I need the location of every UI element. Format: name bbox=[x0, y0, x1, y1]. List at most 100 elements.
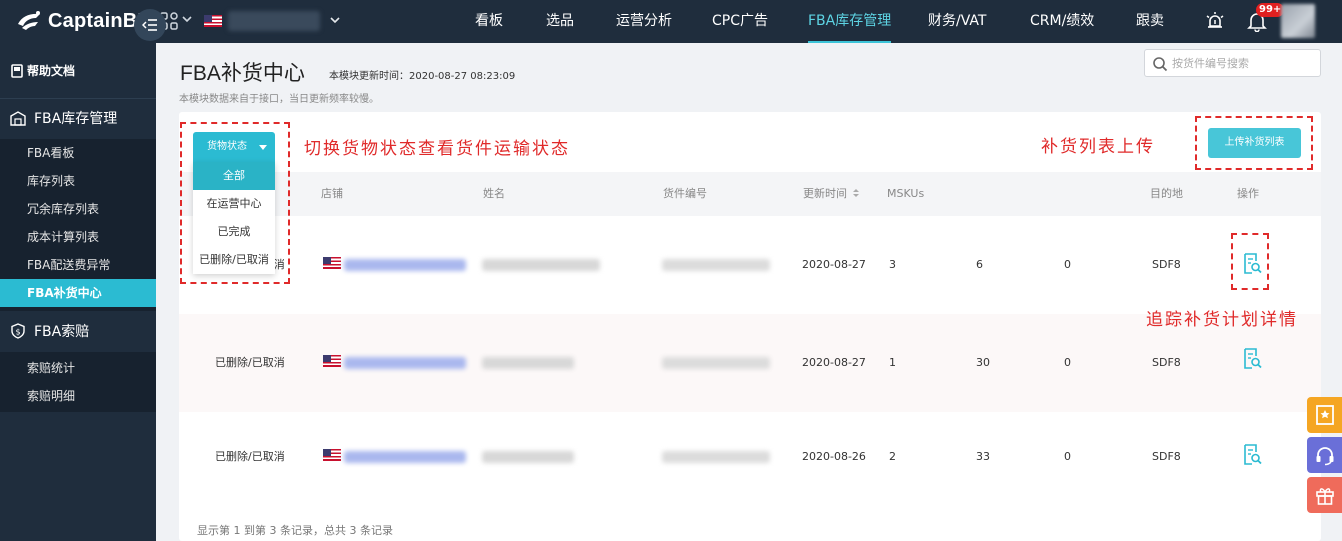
nav-product-selection[interactable]: 选品 bbox=[546, 0, 574, 43]
row-mskus: 1 bbox=[889, 356, 896, 369]
sidebar-item-claim-details[interactable]: 索赔明细 bbox=[0, 382, 156, 410]
sort-icon[interactable] bbox=[852, 188, 860, 198]
row-quantity: 33 bbox=[976, 450, 990, 463]
row-received: 0 bbox=[1064, 356, 1071, 369]
detail-search-icon[interactable] bbox=[1242, 348, 1262, 370]
row-destination: SDF8 bbox=[1152, 450, 1181, 463]
sidebar-section-label: FBA索赔 bbox=[34, 324, 90, 340]
nav-fba-inventory[interactable]: FBA库存管理 bbox=[808, 0, 892, 43]
nav-finance-vat[interactable]: 财务/VAT bbox=[928, 0, 986, 43]
row-status: 已删除/已取消 bbox=[215, 356, 285, 369]
row-mskus: 3 bbox=[889, 258, 896, 271]
sidebar-item-fba-dashboard[interactable]: FBA看板 bbox=[0, 139, 156, 167]
row-store-flag bbox=[323, 216, 341, 314]
annotation-upload-hint: 补货列表上传 bbox=[1041, 137, 1155, 157]
sidebar-section-fba-claims[interactable]: $ FBA索赔 bbox=[0, 311, 156, 351]
sidebar-item-cost-calc[interactable]: 成本计算列表 bbox=[0, 223, 156, 251]
top-bar: CaptainBI 看板 选品 运营分析 CPC广告 FBA库存管理 财务/VA… bbox=[0, 0, 1342, 43]
table-header: 店铺 姓名 货件编号 更新时间 MSKUs 目的地 操作 bbox=[179, 172, 1321, 216]
us-flag-icon bbox=[323, 449, 341, 461]
menu-collapse-icon bbox=[142, 19, 157, 31]
detail-search-icon[interactable] bbox=[1242, 444, 1262, 466]
chevron-down-icon[interactable] bbox=[181, 13, 193, 25]
row-quantity: 30 bbox=[976, 356, 990, 369]
sidebar-item-claim-stats[interactable]: 索赔统计 bbox=[0, 354, 156, 382]
sidebar-item-inventory-list[interactable]: 库存列表 bbox=[0, 167, 156, 195]
row-destination: SDF8 bbox=[1152, 258, 1181, 271]
col-store: 店铺 bbox=[321, 187, 343, 200]
table-row: 已删除/已取消 2020-08-26 2 33 0 SDF8 bbox=[179, 408, 1321, 506]
bug-icon[interactable] bbox=[1204, 10, 1226, 32]
row-name bbox=[482, 259, 600, 271]
row-received: 0 bbox=[1064, 450, 1071, 463]
search-box[interactable] bbox=[1144, 49, 1321, 77]
help-docs-label: 帮助文档 bbox=[27, 64, 76, 78]
help-docs-link[interactable]: 帮助文档 bbox=[0, 43, 156, 98]
nav-operations-analysis[interactable]: 运营分析 bbox=[616, 0, 672, 43]
row-date: 2020-08-27 bbox=[802, 356, 866, 369]
row-shipment-id bbox=[662, 357, 770, 369]
floating-bookmark-button[interactable] bbox=[1307, 397, 1342, 433]
update-time: 本模块更新时间：2020-08-27 08:23:09 bbox=[329, 71, 516, 82]
nav-follow-sell[interactable]: 跟卖 bbox=[1136, 0, 1164, 43]
store-selector[interactable] bbox=[228, 11, 320, 31]
row-status: 已删除/已取消 bbox=[215, 450, 285, 463]
row-store-name[interactable] bbox=[344, 451, 466, 463]
floating-gift-button[interactable] bbox=[1307, 477, 1342, 513]
pagination-summary: 显示第 1 到第 3 条记录，总共 3 条记录 bbox=[197, 524, 393, 537]
search-icon bbox=[1153, 57, 1168, 72]
floating-support-button[interactable] bbox=[1307, 437, 1342, 473]
row-store-flag bbox=[323, 314, 341, 412]
logo-icon bbox=[18, 11, 40, 30]
nav-dashboard[interactable]: 看板 bbox=[475, 0, 503, 43]
headset-icon bbox=[1316, 447, 1333, 466]
sidebar-item-fba-fee-anomaly[interactable]: FBA配送费异常 bbox=[0, 251, 156, 279]
col-destination: 目的地 bbox=[1150, 187, 1183, 200]
row-mskus: 2 bbox=[889, 450, 896, 463]
search-input[interactable] bbox=[1172, 54, 1312, 72]
us-flag-icon bbox=[204, 15, 222, 27]
svg-text:$: $ bbox=[15, 328, 20, 337]
col-update-time[interactable]: 更新时间 bbox=[803, 172, 860, 216]
logo-text: CaptainBI bbox=[48, 9, 144, 32]
sidebar-submenu-inventory: FBA看板 库存列表 冗余库存列表 成本计算列表 FBA配送费异常 FBA补货中… bbox=[0, 139, 156, 311]
row-date: 2020-08-27 bbox=[802, 258, 866, 271]
logo[interactable]: CaptainBI bbox=[16, 9, 143, 33]
annotation-status-hint: 切换货物状态查看货件运输状态 bbox=[304, 139, 570, 159]
us-flag-icon bbox=[323, 355, 341, 367]
nav-crm-performance[interactable]: CRM/绩效 bbox=[1030, 0, 1094, 43]
sidebar-item-replenishment-center[interactable]: FBA补货中心 bbox=[0, 279, 156, 307]
row-quantity: 6 bbox=[976, 258, 983, 271]
nav-cpc-ads[interactable]: CPC广告 bbox=[712, 0, 768, 43]
sidebar-collapse-button[interactable] bbox=[134, 9, 166, 41]
row-name bbox=[482, 357, 574, 369]
row-store-flag bbox=[323, 408, 341, 506]
row-shipment-id bbox=[662, 259, 770, 271]
bookmark-icon bbox=[1315, 405, 1334, 425]
claim-coin-icon: $ bbox=[11, 323, 25, 339]
annotation-box-detail bbox=[1231, 233, 1269, 290]
annotation-box-upload bbox=[1195, 116, 1313, 170]
col-shipment-id: 货件编号 bbox=[663, 187, 707, 200]
col-mskus: MSKUs bbox=[887, 187, 925, 200]
us-flag-icon bbox=[323, 257, 341, 269]
row-store-name[interactable] bbox=[344, 357, 466, 369]
sidebar-section-fba-inventory[interactable]: FBA库存管理 bbox=[0, 98, 156, 138]
annotation-detail-hint: 追踪补货计划详情 bbox=[1146, 310, 1298, 330]
row-store-name[interactable] bbox=[344, 259, 466, 271]
sidebar: 帮助文档 FBA库存管理 FBA看板 库存列表 冗余库存列表 成本计算列表 FB… bbox=[0, 43, 156, 541]
store-chevron-down-icon[interactable] bbox=[328, 13, 342, 27]
table-row: 已删除/已取消 2020-08-27 3 6 0 SDF8 bbox=[179, 216, 1321, 314]
sidebar-item-redundant-inventory[interactable]: 冗余库存列表 bbox=[0, 195, 156, 223]
gift-icon bbox=[1315, 488, 1334, 505]
col-name: 姓名 bbox=[483, 187, 505, 200]
sidebar-submenu-claims: 索赔统计 索赔明细 bbox=[0, 352, 156, 412]
row-name bbox=[482, 451, 574, 463]
sidebar-section-label: FBA库存管理 bbox=[34, 111, 118, 127]
avatar[interactable] bbox=[1281, 4, 1315, 38]
row-shipment-id bbox=[662, 451, 770, 463]
col-actions: 操作 bbox=[1237, 187, 1259, 200]
row-date: 2020-08-26 bbox=[802, 450, 866, 463]
page-title: FBA补货中心 bbox=[180, 62, 305, 85]
page-subtitle: 本模块数据来自于接口，当日更新频率较慢。 bbox=[179, 94, 379, 105]
